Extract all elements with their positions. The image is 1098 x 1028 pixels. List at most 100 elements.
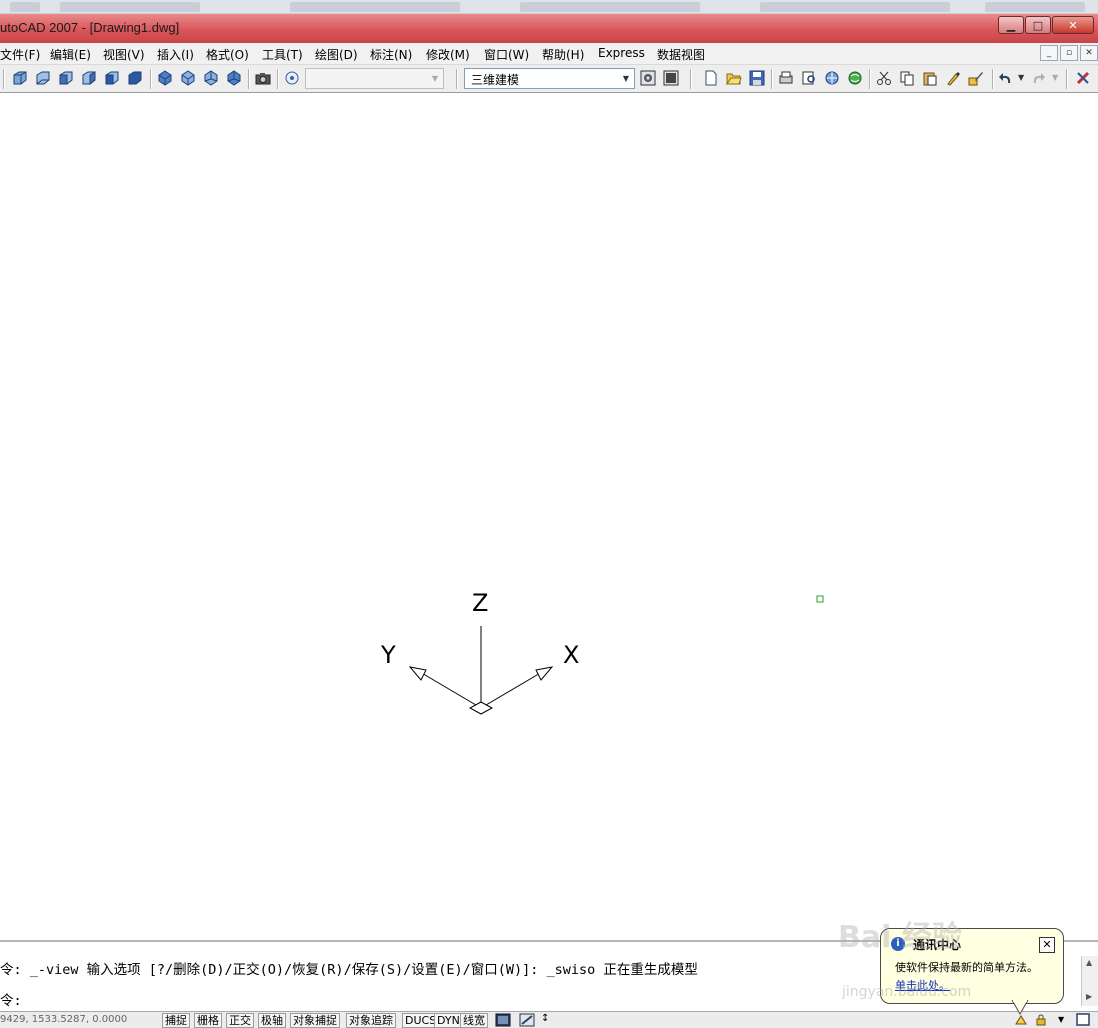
window-controls: ▁ □ ✕ bbox=[998, 16, 1094, 34]
pan-realtime-icon[interactable] bbox=[1075, 70, 1091, 86]
menu-help[interactable]: 帮助(H) bbox=[542, 46, 584, 63]
dyn-toggle[interactable]: DYN bbox=[434, 1013, 463, 1028]
plot-preview-icon[interactable] bbox=[801, 70, 817, 86]
menu-insert[interactable]: 插入(I) bbox=[157, 46, 194, 63]
nw-iso-view-icon[interactable] bbox=[226, 70, 242, 86]
menu-file[interactable]: 文件(F) bbox=[0, 46, 40, 63]
ortho-toggle[interactable]: 正交 bbox=[226, 1013, 254, 1028]
layout-icon[interactable] bbox=[519, 1013, 535, 1027]
workspace-combo[interactable]: 三维建模 ▼ bbox=[464, 68, 635, 89]
menu-draw[interactable]: 绘图(D) bbox=[315, 46, 358, 63]
standard-toolbar: ▼ 三维建模 ▼ ▼ ▼ bbox=[0, 65, 1098, 93]
menu-tools[interactable]: 工具(T) bbox=[262, 46, 303, 63]
doc-restore-button[interactable]: ▫ bbox=[1060, 45, 1078, 61]
command-scrollbar[interactable]: ▲ ▶ bbox=[1081, 956, 1098, 1006]
left-view-icon[interactable] bbox=[58, 70, 74, 86]
view-combo[interactable]: ▼ bbox=[305, 68, 444, 89]
window-title: utoCAD 2007 - [Drawing1.dwg] bbox=[0, 20, 180, 35]
save-workspace-icon[interactable] bbox=[663, 70, 679, 86]
match-properties-icon[interactable] bbox=[945, 70, 961, 86]
toolbar-grip bbox=[3, 69, 5, 89]
workspace-settings-icon[interactable] bbox=[640, 70, 656, 86]
clean-screen-icon[interactable] bbox=[1076, 1013, 1090, 1026]
osnap-toggle[interactable]: 对象捕捉 bbox=[290, 1013, 340, 1028]
named-views-icon[interactable] bbox=[284, 70, 300, 86]
ucs-z-label: Z bbox=[472, 589, 488, 617]
command-history-line: 令: _-view 输入选项 [?/删除(D)/正交(O)/恢复(R)/保存(S… bbox=[0, 962, 698, 978]
status-menu-chevron-icon[interactable]: ▼ bbox=[1058, 1015, 1064, 1024]
close-button[interactable]: ✕ bbox=[1052, 16, 1094, 34]
chevron-down-icon: ▼ bbox=[622, 73, 630, 83]
layout-scroll-icon[interactable]: ↕ bbox=[541, 1013, 549, 1024]
balloon-tail bbox=[1011, 1000, 1029, 1016]
menu-view[interactable]: 视图(V) bbox=[103, 46, 145, 63]
menu-window[interactable]: 窗口(W) bbox=[484, 46, 529, 63]
background-taskbar-strip bbox=[0, 0, 1098, 14]
copy-icon[interactable] bbox=[899, 70, 915, 86]
model-space-icon[interactable] bbox=[495, 1013, 511, 1027]
scroll-up-icon[interactable]: ▲ bbox=[1086, 958, 1092, 967]
workspace-combo-value: 三维建模 bbox=[471, 73, 520, 87]
doc-close-button[interactable]: ✕ bbox=[1080, 45, 1098, 61]
background-tab bbox=[760, 2, 950, 12]
background-tab bbox=[520, 2, 700, 12]
document-controls: _ ▫ ✕ bbox=[1040, 45, 1098, 61]
open-icon[interactable] bbox=[726, 70, 742, 86]
cut-icon[interactable] bbox=[876, 70, 892, 86]
back-view-icon[interactable] bbox=[127, 70, 143, 86]
background-tab bbox=[60, 2, 200, 12]
lineweight-toggle[interactable]: 线宽 bbox=[460, 1013, 488, 1028]
menu-data-view[interactable]: 数据视图 bbox=[657, 46, 705, 63]
doc-minimize-button[interactable]: _ bbox=[1040, 45, 1058, 61]
publish-icon[interactable] bbox=[824, 70, 840, 86]
menu-format[interactable]: 格式(O) bbox=[206, 46, 249, 63]
info-icon: i bbox=[891, 937, 905, 951]
command-prompt[interactable]: 令: bbox=[0, 989, 22, 1009]
balloon-title: 通讯中心 bbox=[913, 938, 962, 952]
toolbar-separator bbox=[771, 69, 773, 89]
web-publish-icon[interactable] bbox=[847, 70, 863, 86]
ucs-y-cone bbox=[408, 666, 427, 681]
polar-toggle[interactable]: 极轴 bbox=[258, 1013, 286, 1028]
minimize-button[interactable]: ▁ bbox=[998, 16, 1024, 34]
right-view-icon[interactable] bbox=[81, 70, 97, 86]
redo-icon[interactable] bbox=[1030, 70, 1046, 86]
balloon-close-button[interactable]: ✕ bbox=[1039, 937, 1055, 953]
toolbar-separator bbox=[992, 69, 994, 89]
menu-edit[interactable]: 编辑(E) bbox=[50, 46, 91, 63]
menu-modify[interactable]: 修改(M) bbox=[426, 46, 470, 63]
ucs-y-axis bbox=[419, 671, 482, 709]
toolbar-separator bbox=[150, 69, 152, 89]
grid-toggle[interactable]: 栅格 bbox=[194, 1013, 222, 1028]
bottom-view-icon[interactable] bbox=[35, 70, 51, 86]
communication-center-balloon: i 通讯中心 ✕ 使软件保持最新的简单方法。 单击此处。 bbox=[880, 928, 1064, 1004]
se-iso-view-icon[interactable] bbox=[180, 70, 196, 86]
top-view-icon[interactable] bbox=[12, 70, 28, 86]
ne-iso-view-icon[interactable] bbox=[203, 70, 219, 86]
toolbar-separator bbox=[277, 69, 279, 89]
sw-iso-view-icon[interactable] bbox=[157, 70, 173, 86]
undo-icon[interactable] bbox=[998, 70, 1014, 86]
drawing-area[interactable]: Z Y X bbox=[0, 94, 1098, 940]
plot-icon[interactable] bbox=[778, 70, 794, 86]
balloon-link[interactable]: 单击此处。 bbox=[895, 977, 950, 993]
lock-icon[interactable] bbox=[1034, 1013, 1048, 1026]
save-icon[interactable] bbox=[749, 70, 765, 86]
scroll-right-icon[interactable]: ▶ bbox=[1086, 992, 1092, 1001]
snap-toggle[interactable]: 捕捉 bbox=[162, 1013, 190, 1028]
block-editor-icon[interactable] bbox=[968, 70, 984, 86]
ucs-x-label: X bbox=[563, 641, 579, 669]
new-icon[interactable] bbox=[703, 70, 719, 86]
toolbar-separator bbox=[869, 69, 871, 89]
menu-express[interactable]: Express bbox=[598, 46, 645, 60]
maximize-button[interactable]: □ bbox=[1025, 16, 1051, 34]
background-tab bbox=[10, 2, 40, 12]
toolbar-separator bbox=[456, 69, 458, 89]
paste-icon[interactable] bbox=[922, 70, 938, 86]
front-view-icon[interactable] bbox=[104, 70, 120, 86]
coordinates-readout[interactable]: 9429, 1533.5287, 0.0000 bbox=[0, 1014, 127, 1025]
camera-icon[interactable] bbox=[255, 70, 271, 86]
title-bar[interactable]: utoCAD 2007 - [Drawing1.dwg] ▁ □ ✕ bbox=[0, 14, 1098, 43]
menu-dimension[interactable]: 标注(N) bbox=[370, 46, 412, 63]
otrack-toggle[interactable]: 对象追踪 bbox=[346, 1013, 396, 1028]
